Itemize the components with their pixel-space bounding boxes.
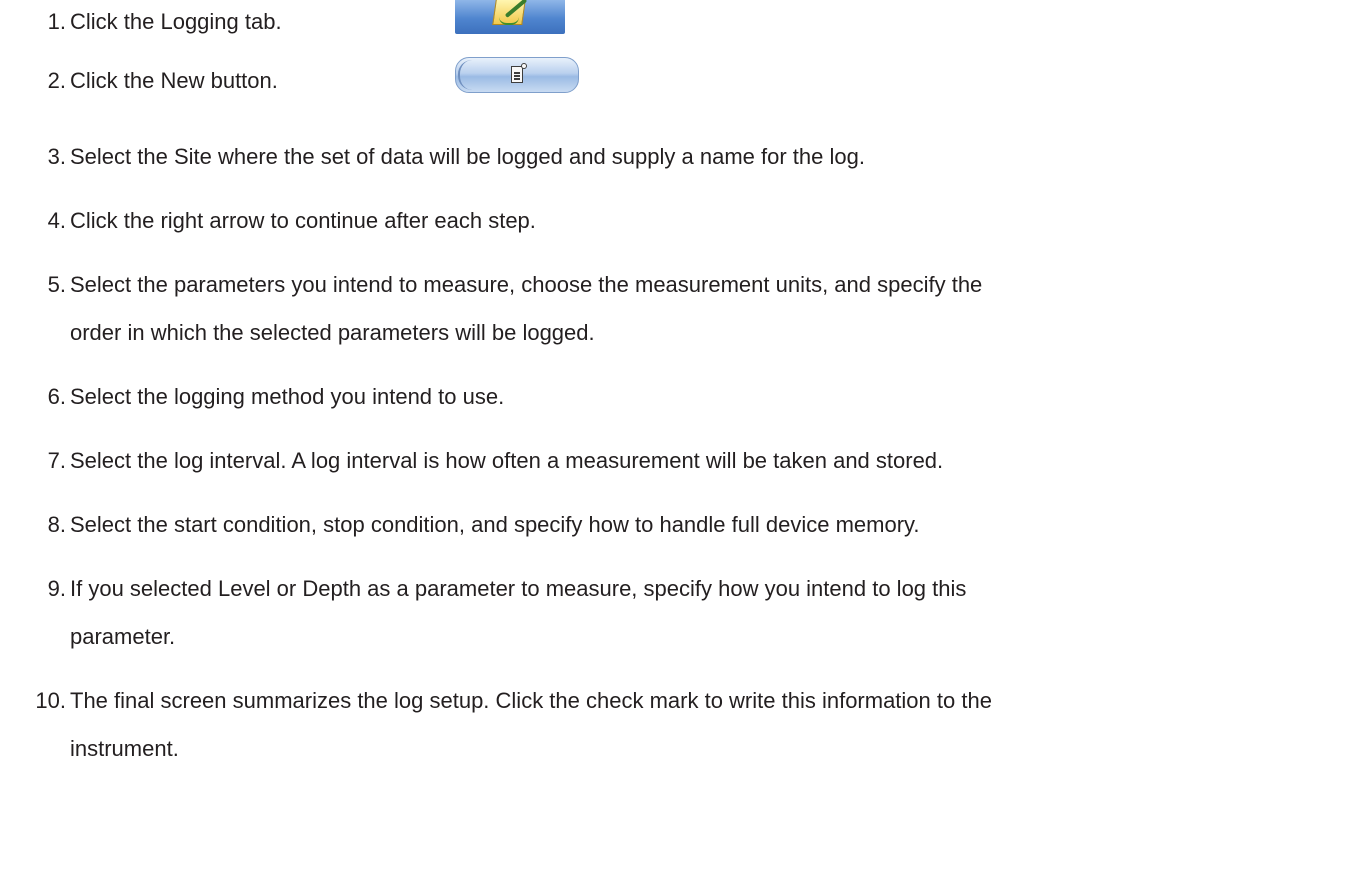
new-button[interactable] xyxy=(455,57,579,93)
step-text-line-2: parameter. xyxy=(70,624,176,649)
step-text-line-1: Select the parameters you intend to meas… xyxy=(70,272,983,297)
logging-tab-icon[interactable] xyxy=(455,0,565,34)
new-document-icon xyxy=(511,63,527,83)
step-number: 4. xyxy=(47,208,66,233)
step-number: 2. xyxy=(47,68,66,93)
step-text: Click the right arrow to continue after … xyxy=(70,208,536,233)
step-text: Select the log interval. A log interval … xyxy=(70,448,944,473)
step-number: 8. xyxy=(47,512,66,537)
step-text-line-2: order in which the selected parameters w… xyxy=(70,320,595,345)
step-text: Select the parameters you intend to meas… xyxy=(70,266,1332,352)
step-number: 1. xyxy=(47,9,66,34)
step-text-line-1: The final screen summarizes the log setu… xyxy=(70,688,992,713)
step-number: 9. xyxy=(47,576,66,601)
step-number: 6. xyxy=(47,384,66,409)
step-number: 7. xyxy=(47,448,66,473)
step-text-line-1: If you selected Level or Depth as a para… xyxy=(70,576,967,601)
step-number: 10. xyxy=(35,688,66,713)
step-text: Click the New button. xyxy=(70,68,278,93)
step-text: Select the start condition, stop conditi… xyxy=(70,512,920,537)
step-text: Select the Site where the set of data wi… xyxy=(70,144,865,169)
step-number: 3. xyxy=(47,144,66,169)
step-text: Select the logging method you intend to … xyxy=(70,384,505,409)
step-text: If you selected Level or Depth as a para… xyxy=(70,570,1332,656)
step-text-line-2: instrument. xyxy=(70,736,179,761)
step-text: The final screen summarizes the log setu… xyxy=(70,682,1332,768)
step-text: Click the Logging tab. xyxy=(70,9,282,34)
step-number: 5. xyxy=(47,272,66,297)
